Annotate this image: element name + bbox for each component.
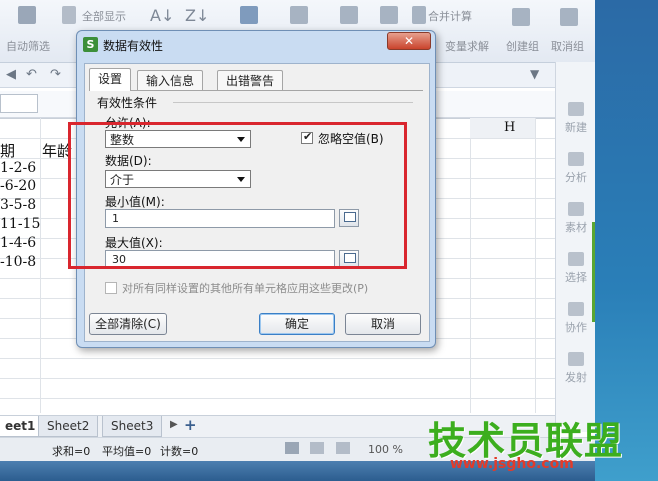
watermark-url: www.jsgho.com xyxy=(450,456,574,472)
close-icon[interactable]: ✕ xyxy=(387,32,431,50)
desktop-background xyxy=(595,0,658,481)
ok-button[interactable]: 确定 xyxy=(259,313,335,335)
ungroup-button[interactable]: 取消组 xyxy=(551,38,584,54)
apply-all-checkbox[interactable] xyxy=(105,282,117,294)
table-row[interactable]: 11-15 xyxy=(0,216,40,232)
text-to-columns-icon[interactable] xyxy=(380,6,398,24)
highlight-annotation-box xyxy=(68,122,407,269)
back-icon[interactable]: ◀ xyxy=(6,67,16,82)
redo-icon[interactable]: ↷ xyxy=(50,67,61,82)
consolidate-button[interactable]: 合并计算 xyxy=(428,8,472,24)
new-panel-item[interactable]: 新建 xyxy=(556,102,596,135)
sort-asc-icon[interactable]: A↓ xyxy=(150,6,174,25)
analysis-panel-item[interactable]: 分析 xyxy=(556,152,596,185)
material-icon xyxy=(568,202,584,216)
menu-icon[interactable]: ▼ xyxy=(530,67,539,81)
tab-settings[interactable]: 设置 xyxy=(89,68,132,91)
table-row[interactable]: 1-4-6 xyxy=(0,235,36,251)
table-row[interactable]: 3-5-8 xyxy=(0,197,36,213)
table-row[interactable]: 1-2-6 xyxy=(0,160,36,176)
analysis-icon xyxy=(568,152,584,166)
tab-input-message[interactable]: 输入信息 xyxy=(137,70,204,91)
create-group-button[interactable]: 创建组 xyxy=(506,38,539,54)
send-panel-item[interactable]: 发射 xyxy=(556,352,596,385)
select-icon xyxy=(568,252,584,266)
right-task-panel: 新建 分析 素材 选择 协作 发射 xyxy=(555,62,596,432)
table-row[interactable]: -6-20 xyxy=(0,178,36,194)
scroll-tabs-icon[interactable]: ▶ xyxy=(170,419,178,430)
new-icon xyxy=(568,102,584,116)
goal-seek-button[interactable]: 变量求解 xyxy=(445,38,489,54)
auto-filter-button[interactable]: 自动筛选 xyxy=(6,38,50,54)
sort-desc-icon[interactable]: Z↓ xyxy=(185,6,209,25)
status-count: 计数=0 xyxy=(160,445,199,458)
select-panel-item[interactable]: 选择 xyxy=(556,252,596,285)
status-average: 平均值=0 xyxy=(102,445,152,458)
tab-sheet2[interactable]: Sheet2 xyxy=(38,416,99,437)
filter-icon[interactable] xyxy=(18,6,36,24)
status-sum: 求和=0 xyxy=(52,445,91,458)
create-group-icon xyxy=(512,8,530,26)
apply-all-label: 对所有同样设置的其他所有单元格应用这些更改(P) xyxy=(122,282,369,295)
name-box[interactable] xyxy=(0,94,38,113)
table-row[interactable]: -10-8 xyxy=(0,254,36,270)
column-header-h[interactable]: H xyxy=(504,120,515,135)
add-sheet-icon[interactable]: + xyxy=(184,416,197,434)
zoom-level[interactable]: 100 % xyxy=(368,443,403,456)
page-view-icon[interactable] xyxy=(310,442,324,454)
collab-icon xyxy=(568,302,584,316)
consolidate-icon xyxy=(412,6,426,24)
show-all-icon xyxy=(62,6,76,24)
data-compare-icon[interactable] xyxy=(290,6,308,24)
highlight-duplicates-icon[interactable] xyxy=(240,6,258,24)
material-panel-item[interactable]: 素材 xyxy=(556,202,596,235)
app-logo-icon: S xyxy=(83,37,98,52)
records-icon[interactable] xyxy=(340,6,358,24)
section-validation-criteria: 有效性条件 xyxy=(97,96,158,110)
tab-sheet3[interactable]: Sheet3 xyxy=(102,416,163,437)
clear-all-button[interactable]: 全部清除(C) xyxy=(89,313,167,335)
ungroup-icon xyxy=(560,8,578,26)
normal-view-icon[interactable] xyxy=(285,442,299,454)
send-icon xyxy=(568,352,584,366)
header-cell-date[interactable]: 期 xyxy=(0,140,15,161)
cancel-button[interactable]: 取消 xyxy=(345,313,421,335)
tab-error-alert[interactable]: 出错警告 xyxy=(217,70,284,91)
undo-icon[interactable]: ↶ xyxy=(26,67,37,82)
show-all-button[interactable]: 全部显示 xyxy=(82,8,126,24)
dialog-title: 数据有效性 xyxy=(103,39,164,53)
break-view-icon[interactable] xyxy=(336,442,350,454)
dialog-titlebar[interactable]: S 数据有效性 ✕ xyxy=(77,31,435,59)
collab-panel-item[interactable]: 协作 xyxy=(556,302,596,335)
